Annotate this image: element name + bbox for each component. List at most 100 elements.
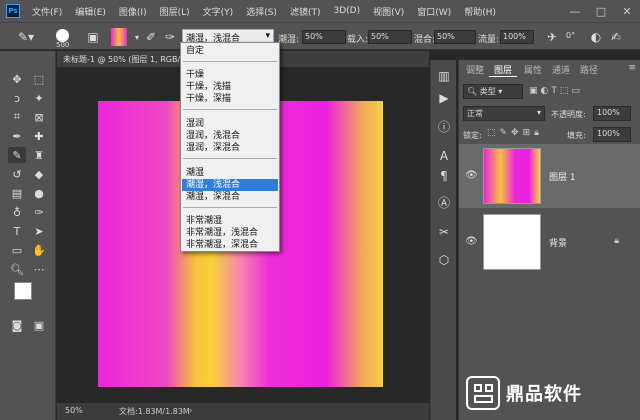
magic-wand-icon[interactable]: ✦ [30, 90, 48, 106]
watermark-text: 鼎品软件 [506, 384, 582, 405]
eraser-icon[interactable]: ◆ [30, 166, 48, 182]
dropdown-item[interactable]: 干燥 [182, 69, 278, 81]
flow-field[interactable]: 100% [500, 30, 534, 44]
brush-panel-icon[interactable]: ▣ [84, 27, 102, 47]
screen-mode-icon[interactable]: ▣ [30, 317, 48, 333]
crop-tool-icon[interactable]: ⌗ [8, 109, 26, 125]
move-tool-icon[interactable]: ✥ [8, 71, 26, 87]
history-brush-icon[interactable]: ↺ [8, 166, 26, 182]
dodge-tool-icon[interactable]: ♁ [8, 204, 26, 220]
menu-layer[interactable]: 图层(L) [160, 5, 190, 18]
menu-window[interactable]: 窗口(W) [417, 5, 451, 18]
tool-presets-icon[interactable]: ✂ [434, 222, 454, 242]
status-chevron-icon[interactable]: › [189, 406, 192, 415]
dropdown-item[interactable]: 非常潮湿，深混合 [182, 239, 278, 251]
close-button[interactable]: ✕ [614, 5, 640, 18]
dropdown-item-selected[interactable]: 潮湿，浅混合 [182, 179, 278, 191]
layer-filter-select[interactable]: 🔍︎ 类型 ▾ [463, 84, 523, 99]
layer-name[interactable]: 背景 [549, 236, 567, 249]
layer-thumbnail [483, 148, 541, 204]
quick-mask-icon[interactable]: ◙ [8, 317, 26, 333]
fill-field[interactable]: 100% [593, 127, 631, 142]
watermark-logo-icon [466, 376, 500, 410]
panel-menu-icon[interactable]: ≡ [628, 63, 636, 73]
3d-panel-icon[interactable]: ⬡ [434, 250, 454, 270]
more-tools-icon[interactable]: ⋯ [30, 261, 48, 277]
zoom-level[interactable]: 50% [65, 406, 83, 415]
rectangle-tool-icon[interactable]: ▭ [8, 242, 26, 258]
menu-filter[interactable]: 滤镜(T) [290, 5, 321, 18]
menu-3d[interactable]: 3D(D) [333, 6, 360, 16]
path-selection-icon[interactable]: ➤ [30, 223, 48, 239]
load-brush-icon[interactable]: ✐ [143, 27, 159, 47]
info-icon[interactable]: ⓘ [434, 116, 454, 136]
lock-icons[interactable]: ⬚✎✥⊞🔒︎ [487, 128, 543, 138]
dropdown-item[interactable]: 干燥，深描 [182, 93, 278, 105]
layer-row-background[interactable]: 👁︎ 背景 🔒︎ [459, 210, 640, 274]
mixer-brush-tool-icon[interactable]: ✎ [8, 147, 26, 163]
blur-tool-icon[interactable]: ● [30, 185, 48, 201]
history-panel-icon[interactable]: ▥ [434, 66, 454, 86]
current-brush-load-swatch[interactable] [108, 27, 130, 47]
dropdown-item[interactable]: 非常潮湿，浅混合 [182, 227, 278, 239]
sample-all-layers-icon[interactable]: ◐ [588, 27, 604, 47]
maximize-button[interactable]: □ [588, 5, 614, 18]
angle-value[interactable]: 0° [564, 30, 586, 44]
hand-tool-icon[interactable]: ✋ [30, 242, 48, 258]
tab-layers[interactable]: 图层 [489, 62, 518, 77]
menu-view[interactable]: 视图(V) [373, 5, 404, 18]
dropdown-item[interactable]: 湿润 [182, 118, 278, 130]
blend-mode-select[interactable]: 正常 ▾ [463, 106, 545, 121]
clean-brush-icon[interactable]: ✑ [162, 27, 178, 47]
menu-image[interactable]: 图像(I) [119, 5, 147, 18]
photoshop-logo: Ps [6, 4, 20, 18]
mix-field[interactable]: 50% [434, 30, 476, 44]
dropdown-item[interactable]: 自定 [182, 45, 278, 57]
dropdown-item[interactable]: 潮湿 [182, 167, 278, 179]
actions-play-icon[interactable]: ▶ [434, 88, 454, 108]
dropdown-item[interactable]: 潮湿，深混合 [182, 191, 278, 203]
clone-stamp-icon[interactable]: ♜ [30, 147, 48, 163]
mixer-brush-tool-icon[interactable]: ✎▾ [14, 27, 38, 47]
filter-icons[interactable]: ▣◐T⬚▭ [529, 86, 583, 96]
visibility-eye-icon[interactable]: 👁︎ [465, 236, 478, 247]
menu-select[interactable]: 选择(S) [246, 5, 277, 18]
healing-brush-icon[interactable]: ✚ [30, 128, 48, 144]
marquee-tool-icon[interactable]: ⬚ [30, 71, 48, 87]
airbrush-icon[interactable]: ✈ [544, 27, 560, 47]
frame-tool-icon[interactable]: ⊠ [30, 109, 48, 125]
dropdown-item[interactable]: 干燥，浅描 [182, 81, 278, 93]
pen-tool-icon[interactable]: ✑ [30, 204, 48, 220]
tab-properties[interactable]: 属性 [519, 62, 547, 77]
gradient-tool-icon[interactable]: ▤ [8, 185, 26, 201]
layer-row-layer1[interactable]: 👁︎ 图层 1 [459, 144, 640, 208]
minimize-button[interactable]: — [562, 5, 588, 18]
visibility-eye-icon[interactable]: 👁︎ [465, 170, 478, 181]
menu-file[interactable]: 文件(F) [32, 5, 62, 18]
lasso-tool-icon[interactable]: ↄ [8, 90, 26, 106]
menu-edit[interactable]: 编辑(E) [75, 5, 106, 18]
wet-field[interactable]: 50% [302, 30, 346, 44]
paragraph-panel-icon[interactable]: ¶ [434, 166, 454, 186]
tab-adjustments[interactable]: 调整 [461, 62, 489, 77]
glyphs-panel-icon[interactable]: Ⓐ [434, 192, 454, 212]
tab-paths[interactable]: 路径 [575, 62, 603, 77]
menu-type[interactable]: 文字(Y) [203, 5, 234, 18]
dropdown-item[interactable]: 湿润，浅混合 [182, 130, 278, 142]
layer-name[interactable]: 图层 1 [549, 170, 576, 183]
wet-label: 潮湿: [278, 35, 300, 45]
type-tool-icon[interactable]: T [8, 223, 26, 239]
chevron-down-icon[interactable]: ▾ [133, 27, 141, 47]
tab-channels[interactable]: 通道 [547, 62, 575, 77]
pressure-size-icon[interactable]: ✍ [608, 27, 624, 47]
dropdown-item[interactable]: 湿润，深混合 [182, 142, 278, 154]
foreground-color-swatch[interactable] [14, 282, 32, 300]
dropdown-item[interactable]: 非常潮湿 [182, 215, 278, 227]
menu-help[interactable]: 帮助(H) [464, 5, 496, 18]
opacity-label: 不透明度: [551, 110, 586, 119]
opacity-field[interactable]: 100% [593, 106, 631, 121]
character-panel-icon[interactable]: A [434, 146, 454, 166]
eyedropper-icon[interactable]: ✒ [8, 128, 26, 144]
load-field[interactable]: 50% [368, 30, 412, 44]
zoom-tool-icon[interactable]: 🔍︎ [8, 261, 26, 277]
